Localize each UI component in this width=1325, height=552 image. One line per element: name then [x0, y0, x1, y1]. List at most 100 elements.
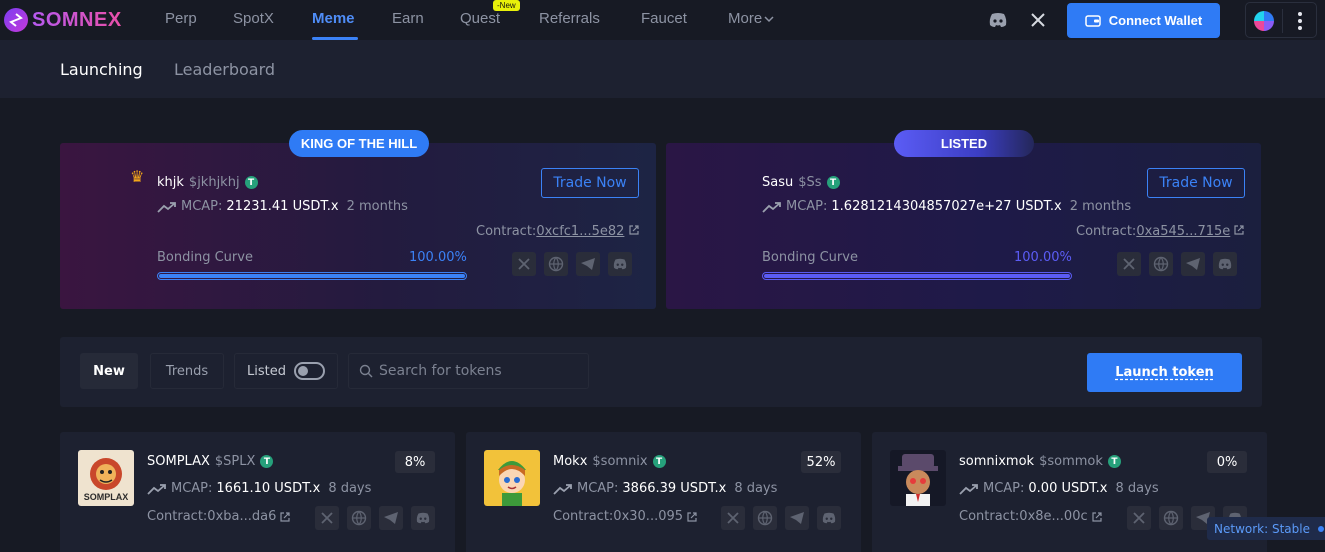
nav-quest[interactable]: Quest	[460, 10, 500, 27]
discord-icon[interactable]	[988, 10, 1008, 30]
contract-link[interactable]: 0xcfc1...5e82	[536, 224, 624, 239]
trend-up-icon	[762, 201, 781, 213]
usdt-icon: T	[244, 176, 258, 189]
progress-badge: 8%	[395, 451, 435, 473]
nav-faucet[interactable]: Faucet	[641, 10, 687, 27]
nav-spotx[interactable]: SpotX	[233, 10, 274, 27]
mcap-label: MCAP:	[181, 199, 223, 214]
connect-wallet-button[interactable]: Connect Wallet	[1067, 3, 1220, 38]
listed-card[interactable]: LISTED Sasu $Ss T MCAP: 1.62812143048570…	[666, 130, 1261, 309]
token-ticker: $SPLX	[214, 454, 256, 469]
new-badge: -New	[493, 0, 520, 11]
x-twitter-icon[interactable]	[315, 506, 339, 530]
token-card[interactable]: Mokx $somnix T 52% MCAP: 3866.39 USDT.x …	[466, 432, 861, 552]
status-dot-icon	[1317, 525, 1324, 532]
mcap-label: MCAP:	[577, 481, 619, 496]
top-navigation: SOMNEX Perp SpotX Meme Earn Quest -New R…	[0, 0, 1325, 40]
telegram-icon[interactable]	[576, 252, 600, 276]
bonding-curve-fill	[764, 274, 1070, 278]
trade-now-button[interactable]: Trade Now	[541, 168, 639, 198]
account-menu[interactable]	[1245, 2, 1317, 38]
king-of-the-hill-tag: KING OF THE HILL	[289, 130, 429, 157]
market-cap-row: MCAP: 3866.39 USDT.x 8 days	[553, 481, 777, 496]
external-link-icon[interactable]	[1092, 511, 1102, 522]
filter-trends-button[interactable]: Trends	[150, 353, 224, 389]
tab-launching[interactable]: Launching	[60, 60, 143, 79]
bonding-curve-percent: 100.00%	[409, 250, 467, 265]
bonding-curve-label: Bonding Curve	[762, 250, 858, 265]
king-of-the-hill-card[interactable]: KING OF THE HILL ♛ khjk $jkhjkhj T MCAP:…	[60, 130, 656, 309]
nav-earn[interactable]: Earn	[392, 10, 424, 27]
globe-icon[interactable]	[544, 252, 568, 276]
x-twitter-icon[interactable]	[1028, 10, 1048, 30]
x-twitter-icon[interactable]	[1117, 252, 1141, 276]
nav-meme[interactable]: Meme	[312, 10, 355, 27]
token-name-row: Mokx $somnix T	[553, 454, 666, 469]
token-age: 8 days	[1115, 481, 1159, 496]
avatar[interactable]	[1254, 11, 1274, 31]
bonding-curve-fill	[159, 274, 465, 278]
search-input[interactable]	[379, 363, 579, 379]
tab-leaderboard[interactable]: Leaderboard	[174, 60, 275, 79]
globe-icon[interactable]	[753, 506, 777, 530]
search-box[interactable]	[348, 353, 589, 389]
globe-icon[interactable]	[1159, 506, 1183, 530]
trend-up-icon	[157, 201, 176, 213]
contract-row: Contract:0xa545...715e	[1076, 224, 1245, 239]
telegram-icon[interactable]	[1181, 252, 1205, 276]
nav-referrals[interactable]: Referrals	[539, 10, 600, 27]
brand-logo[interactable]: SOMNEX	[4, 8, 122, 32]
token-card[interactable]: SOMPLAX SOMPLAX $SPLX T 8% MCAP: 1661.10…	[60, 432, 455, 552]
filter-new-button[interactable]: New	[80, 353, 138, 389]
progress-badge: 52%	[801, 451, 841, 473]
token-age: 2 months	[346, 199, 408, 214]
usdt-icon: T	[1107, 455, 1121, 468]
search-icon	[359, 364, 373, 378]
contract-address[interactable]: Contract:0xba...da6	[147, 509, 276, 524]
filter-listed-toggle[interactable]: Listed	[234, 353, 338, 389]
trade-now-button[interactable]: Trade Now	[1147, 168, 1245, 198]
x-twitter-icon[interactable]	[721, 506, 745, 530]
launch-token-button[interactable]: Launch token	[1087, 353, 1242, 392]
nav-perp[interactable]: Perp	[165, 10, 197, 27]
network-status-label: Network: Stable	[1214, 521, 1310, 536]
mcap-value: 21231.41 USDT.x	[226, 199, 339, 214]
trend-up-icon	[959, 483, 978, 495]
contract-address[interactable]: Contract:0x30...095	[553, 509, 683, 524]
globe-icon[interactable]	[347, 506, 371, 530]
discord-icon[interactable]	[608, 252, 632, 276]
telegram-icon[interactable]	[379, 506, 403, 530]
token-ticker: $jkhjkhj	[188, 175, 240, 190]
external-link-icon[interactable]	[280, 511, 290, 522]
discord-icon[interactable]	[1213, 252, 1237, 276]
more-options-icon[interactable]	[1298, 12, 1302, 33]
external-link-icon[interactable]	[687, 511, 697, 522]
trend-up-icon	[553, 483, 572, 495]
discord-icon[interactable]	[411, 506, 435, 530]
external-link-icon[interactable]	[1234, 225, 1245, 235]
token-name-row: Sasu $Ss T	[762, 175, 840, 190]
x-twitter-icon[interactable]	[1127, 506, 1151, 530]
token-filter-bar: New Trends Listed Launch token	[60, 337, 1262, 407]
new-badge-label: New	[499, 1, 516, 10]
x-twitter-icon[interactable]	[512, 252, 536, 276]
contract-row: Contract:0x8e...00c	[959, 509, 1102, 524]
nav-more[interactable]: More	[728, 10, 774, 27]
token-ticker: $Ss	[798, 175, 822, 190]
mcap-label: MCAP:	[171, 481, 213, 496]
external-link-icon[interactable]	[628, 225, 639, 235]
token-name: khjk	[157, 175, 184, 190]
contract-link[interactable]: 0xa545...715e	[1136, 224, 1230, 239]
globe-icon[interactable]	[1149, 252, 1173, 276]
social-links	[1117, 252, 1237, 276]
discord-icon[interactable]	[817, 506, 841, 530]
token-ticker: $somnix	[592, 454, 648, 469]
token-name: somnixmok	[959, 454, 1035, 469]
token-age: 8 days	[734, 481, 778, 496]
bonding-curve-progress	[157, 272, 467, 280]
telegram-icon[interactable]	[785, 506, 809, 530]
contract-address[interactable]: Contract:0x8e...00c	[959, 509, 1088, 524]
toggle-switch[interactable]	[293, 362, 325, 380]
token-name-row: somnixmok $sommok T	[959, 454, 1121, 469]
filter-listed-label: Listed	[247, 363, 286, 379]
